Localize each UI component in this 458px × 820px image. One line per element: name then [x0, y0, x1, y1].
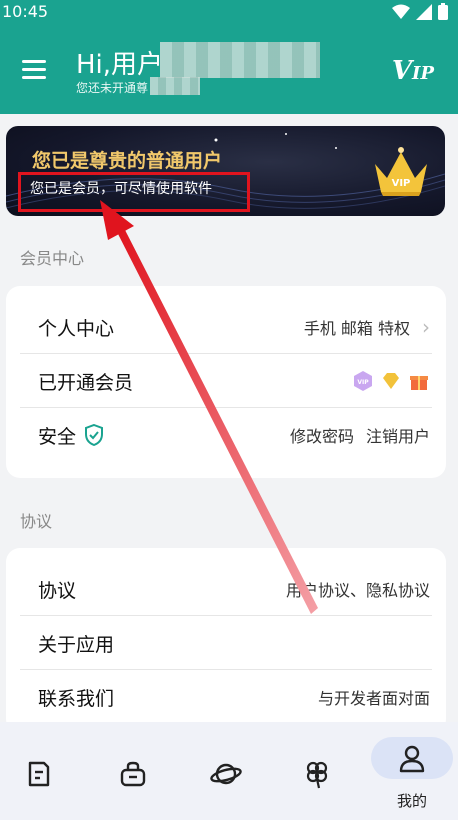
contact-row[interactable]: 联系我们 与开发者面对面 — [20, 670, 432, 724]
personal-center-row[interactable]: 个人中心 手机 邮箱 特权 › — [20, 300, 432, 354]
status-time: 10:45 — [2, 2, 49, 21]
status-bar: 10:45 — [0, 0, 458, 26]
signal-icon — [416, 3, 432, 20]
membership-label: 已开通会员 — [38, 371, 134, 394]
section-agreement: 协议 — [20, 512, 53, 531]
battery-icon — [438, 3, 448, 20]
agreement-label: 协议 — [38, 579, 77, 602]
personal-center-label: 个人中心 — [38, 317, 115, 340]
crown-icon: VIP — [375, 147, 427, 196]
vip-status-text: 您还未开通尊 — [76, 81, 149, 95]
about-app-label: 关于应用 — [38, 633, 115, 656]
clover-icon[interactable] — [302, 758, 332, 790]
status-icons — [392, 3, 448, 20]
wifi-icon — [392, 4, 410, 19]
change-password-link[interactable]: 修改密码 — [290, 423, 354, 447]
contact-label: 联系我们 — [38, 687, 115, 710]
member-card: 个人中心 手机 邮箱 特权 › 已开通会员 VIP 安全 修改密码 注销用户 — [6, 286, 446, 478]
section-member-center: 会员中心 — [20, 249, 85, 268]
svg-text:VIP: VIP — [357, 379, 369, 386]
contact-value: 与开发者面对面 — [317, 689, 430, 708]
security-label: 安全 — [38, 425, 77, 448]
user-greeting: Hi,用户 — [76, 50, 164, 80]
diamond-icon — [383, 373, 399, 389]
bag-icon[interactable] — [118, 760, 148, 788]
gift-icon — [410, 376, 428, 390]
about-app-row[interactable]: 关于应用 — [20, 616, 432, 670]
agreement-value: 用户协议、隐私协议 — [285, 581, 430, 600]
person-icon[interactable] — [398, 744, 426, 774]
chevron-right-icon: › — [422, 315, 430, 339]
security-row[interactable]: 安全 修改密码 注销用户 — [20, 408, 432, 462]
bottom-nav: 我的 — [0, 722, 458, 820]
username-blur — [160, 42, 320, 78]
vip-logo[interactable]: VIP — [392, 56, 434, 86]
vip-badge-icon: VIP — [354, 371, 372, 391]
subtitle-blur — [150, 77, 200, 95]
shield-check-icon — [85, 424, 104, 446]
nav-label-mine[interactable]: 我的 — [371, 790, 453, 811]
vip-logo-suffix: IP — [412, 63, 434, 84]
membership-row[interactable]: 已开通会员 VIP — [20, 354, 432, 408]
annotation-highlight-box — [18, 172, 250, 212]
document-icon[interactable] — [26, 760, 52, 788]
personal-center-value: 手机 邮箱 特权 — [303, 319, 410, 338]
agreement-row[interactable]: 协议 用户协议、隐私协议 — [20, 562, 432, 616]
crown-badge-text: VIP — [392, 178, 411, 189]
planet-icon[interactable] — [210, 758, 242, 790]
menu-icon[interactable] — [22, 60, 46, 80]
agreement-card: 协议 用户协议、隐私协议 关于应用 联系我们 与开发者面对面 — [6, 548, 446, 733]
banner-title: 您已是尊贵的普通用户 — [32, 150, 223, 172]
deregister-link[interactable]: 注销用户 — [366, 423, 430, 447]
